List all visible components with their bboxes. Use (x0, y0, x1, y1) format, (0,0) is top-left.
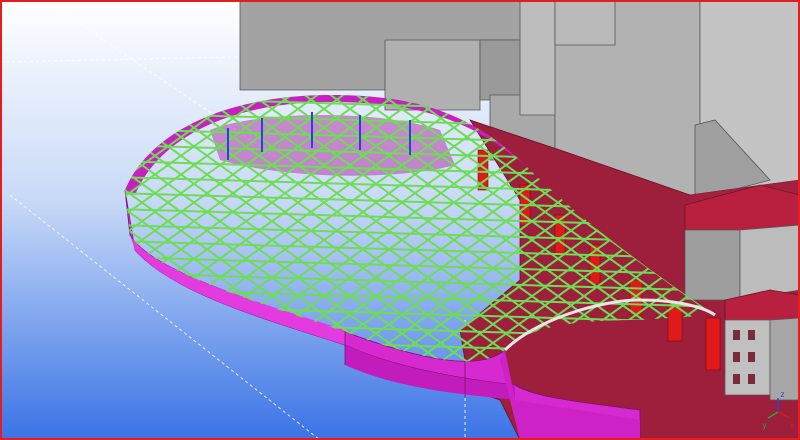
z-axis-label: z (780, 390, 785, 399)
x-axis-label: x (790, 421, 795, 430)
y-axis-label: y (762, 421, 767, 430)
3d-model-viewport[interactable]: z x y (0, 0, 800, 440)
model-scene[interactable]: z x y (0, 0, 800, 440)
